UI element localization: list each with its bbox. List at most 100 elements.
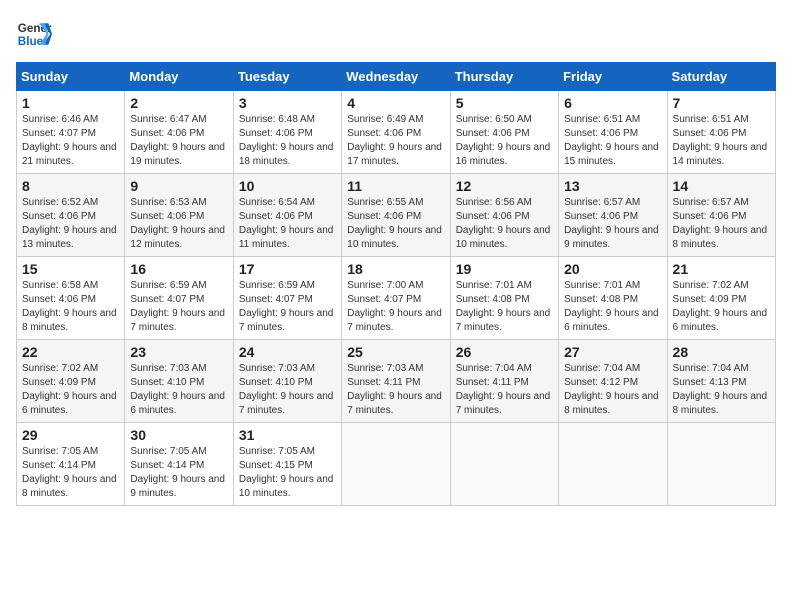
calendar-day-cell: 25Sunrise: 7:03 AMSunset: 4:11 PMDayligh… — [342, 340, 450, 423]
day-info: Sunrise: 6:59 AMSunset: 4:07 PMDaylight:… — [130, 279, 227, 335]
day-number: 3 — [239, 95, 336, 111]
day-info: Sunrise: 6:55 AMSunset: 4:06 PMDaylight:… — [347, 196, 444, 252]
calendar-day-cell: 6 Sunrise: 6:51 AMSunset: 4:06 PMDaylight… — [559, 91, 667, 174]
day-info: Sunrise: 6:46 AMSunset: 4:07 PMDaylight:… — [22, 113, 119, 169]
day-number: 2 — [130, 95, 227, 111]
day-number: 9 — [130, 178, 227, 194]
calendar-day-cell: 24 Sunrise: 7:03 AMSunset: 4:10 PMDayligh… — [233, 340, 341, 423]
calendar-day-cell: 13Sunrise: 6:57 AMSunset: 4:06 PMDayligh… — [559, 174, 667, 257]
day-number: 31 — [239, 427, 336, 443]
calendar-day-cell: 29 Sunrise: 7:05 AMSunset: 4:14 PMDayligh… — [17, 423, 125, 506]
calendar-day-cell: 14Sunrise: 6:57 AMSunset: 4:06 PMDayligh… — [667, 174, 775, 257]
calendar-day-cell — [450, 423, 558, 506]
weekday-header-cell: Friday — [559, 63, 667, 91]
day-info: Sunrise: 7:04 AMSunset: 4:13 PMDaylight:… — [673, 362, 770, 418]
weekday-header-cell: Wednesday — [342, 63, 450, 91]
day-info: Sunrise: 6:59 AMSunset: 4:07 PMDaylight:… — [239, 279, 336, 335]
day-info: Sunrise: 7:02 AMSunset: 4:09 PMDaylight:… — [22, 362, 119, 418]
day-number: 29 — [22, 427, 119, 443]
day-info: Sunrise: 7:03 AMSunset: 4:10 PMDaylight:… — [130, 362, 227, 418]
day-number: 16 — [130, 261, 227, 277]
calendar-day-cell: 31 Sunrise: 7:05 AMSunset: 4:15 PMDayligh… — [233, 423, 341, 506]
logo: General Blue — [16, 16, 52, 52]
calendar-table: SundayMondayTuesdayWednesdayThursdayFrid… — [16, 62, 776, 506]
calendar-day-cell: 8Sunrise: 6:52 AMSunset: 4:06 PMDaylight… — [17, 174, 125, 257]
logo-icon: General Blue — [16, 16, 52, 52]
calendar-week-row: 1 Sunrise: 6:46 AMSunset: 4:07 PMDaylight… — [17, 91, 776, 174]
day-info: Sunrise: 7:04 AMSunset: 4:11 PMDaylight:… — [456, 362, 553, 418]
day-number: 18 — [347, 261, 444, 277]
calendar-day-cell — [667, 423, 775, 506]
calendar-day-cell: 19 Sunrise: 7:01 AMSunset: 4:08 PMDayligh… — [450, 257, 558, 340]
day-number: 26 — [456, 344, 553, 360]
day-info: Sunrise: 6:58 AMSunset: 4:06 PMDaylight:… — [22, 279, 119, 335]
calendar-day-cell: 7 Sunrise: 6:51 AMSunset: 4:06 PMDaylight… — [667, 91, 775, 174]
calendar-day-cell: 26 Sunrise: 7:04 AMSunset: 4:11 PMDayligh… — [450, 340, 558, 423]
calendar-body: 1 Sunrise: 6:46 AMSunset: 4:07 PMDaylight… — [17, 91, 776, 506]
weekday-header-cell: Monday — [125, 63, 233, 91]
weekday-header-row: SundayMondayTuesdayWednesdayThursdayFrid… — [17, 63, 776, 91]
day-number: 4 — [347, 95, 444, 111]
day-info: Sunrise: 7:01 AMSunset: 4:08 PMDaylight:… — [564, 279, 661, 335]
day-info: Sunrise: 6:49 AMSunset: 4:06 PMDaylight:… — [347, 113, 444, 169]
day-info: Sunrise: 6:53 AMSunset: 4:06 PMDaylight:… — [130, 196, 227, 252]
calendar-day-cell — [342, 423, 450, 506]
calendar-day-cell: 22 Sunrise: 7:02 AMSunset: 4:09 PMDayligh… — [17, 340, 125, 423]
calendar-week-row: 8Sunrise: 6:52 AMSunset: 4:06 PMDaylight… — [17, 174, 776, 257]
day-number: 6 — [564, 95, 661, 111]
day-info: Sunrise: 6:51 AMSunset: 4:06 PMDaylight:… — [564, 113, 661, 169]
day-number: 20 — [564, 261, 661, 277]
calendar-day-cell: 21 Sunrise: 7:02 AMSunset: 4:09 PMDayligh… — [667, 257, 775, 340]
calendar-day-cell: 23 Sunrise: 7:03 AMSunset: 4:10 PMDayligh… — [125, 340, 233, 423]
calendar-week-row: 15 Sunrise: 6:58 AMSunset: 4:06 PMDayligh… — [17, 257, 776, 340]
day-info: Sunrise: 7:02 AMSunset: 4:09 PMDaylight:… — [673, 279, 770, 335]
day-number: 7 — [673, 95, 770, 111]
day-info: Sunrise: 6:51 AMSunset: 4:06 PMDaylight:… — [673, 113, 770, 169]
day-number: 19 — [456, 261, 553, 277]
day-info: Sunrise: 7:03 AMSunset: 4:10 PMDaylight:… — [239, 362, 336, 418]
day-number: 12 — [456, 178, 553, 194]
day-number: 1 — [22, 95, 119, 111]
day-number: 21 — [673, 261, 770, 277]
day-info: Sunrise: 7:01 AMSunset: 4:08 PMDaylight:… — [456, 279, 553, 335]
calendar-week-row: 22 Sunrise: 7:02 AMSunset: 4:09 PMDayligh… — [17, 340, 776, 423]
day-info: Sunrise: 7:05 AMSunset: 4:15 PMDaylight:… — [239, 445, 336, 501]
calendar-day-cell: 1 Sunrise: 6:46 AMSunset: 4:07 PMDaylight… — [17, 91, 125, 174]
day-info: Sunrise: 7:05 AMSunset: 4:14 PMDaylight:… — [130, 445, 227, 501]
weekday-header-cell: Sunday — [17, 63, 125, 91]
day-number: 30 — [130, 427, 227, 443]
day-number: 10 — [239, 178, 336, 194]
calendar-day-cell: 30 Sunrise: 7:05 AMSunset: 4:14 PMDayligh… — [125, 423, 233, 506]
day-info: Sunrise: 7:05 AMSunset: 4:14 PMDaylight:… — [22, 445, 119, 501]
day-number: 28 — [673, 344, 770, 360]
day-info: Sunrise: 6:57 AMSunset: 4:06 PMDaylight:… — [564, 196, 661, 252]
calendar-day-cell: 17 Sunrise: 6:59 AMSunset: 4:07 PMDayligh… — [233, 257, 341, 340]
calendar-day-cell: 9 Sunrise: 6:53 AMSunset: 4:06 PMDaylight… — [125, 174, 233, 257]
day-number: 25 — [347, 344, 444, 360]
calendar-day-cell: 11 Sunrise: 6:55 AMSunset: 4:06 PMDayligh… — [342, 174, 450, 257]
calendar-day-cell: 5Sunrise: 6:50 AMSunset: 4:06 PMDaylight… — [450, 91, 558, 174]
calendar-day-cell: 27Sunrise: 7:04 AMSunset: 4:12 PMDayligh… — [559, 340, 667, 423]
day-number: 17 — [239, 261, 336, 277]
day-info: Sunrise: 6:56 AMSunset: 4:06 PMDaylight:… — [456, 196, 553, 252]
calendar-day-cell — [559, 423, 667, 506]
weekday-header-cell: Saturday — [667, 63, 775, 91]
svg-text:Blue: Blue — [18, 35, 44, 48]
calendar-day-cell: 18 Sunrise: 7:00 AMSunset: 4:07 PMDayligh… — [342, 257, 450, 340]
day-info: Sunrise: 7:00 AMSunset: 4:07 PMDaylight:… — [347, 279, 444, 335]
calendar-day-cell: 10Sunrise: 6:54 AMSunset: 4:06 PMDayligh… — [233, 174, 341, 257]
day-info: Sunrise: 6:48 AMSunset: 4:06 PMDaylight:… — [239, 113, 336, 169]
day-info: Sunrise: 6:52 AMSunset: 4:06 PMDaylight:… — [22, 196, 119, 252]
weekday-header-cell: Thursday — [450, 63, 558, 91]
day-number: 15 — [22, 261, 119, 277]
day-number: 22 — [22, 344, 119, 360]
header: General Blue — [16, 16, 776, 52]
calendar-week-row: 29 Sunrise: 7:05 AMSunset: 4:14 PMDayligh… — [17, 423, 776, 506]
day-number: 11 — [347, 178, 444, 194]
day-number: 24 — [239, 344, 336, 360]
calendar-day-cell: 15 Sunrise: 6:58 AMSunset: 4:06 PMDayligh… — [17, 257, 125, 340]
calendar-day-cell: 3 Sunrise: 6:48 AMSunset: 4:06 PMDaylight… — [233, 91, 341, 174]
day-number: 5 — [456, 95, 553, 111]
day-info: Sunrise: 7:04 AMSunset: 4:12 PMDaylight:… — [564, 362, 661, 418]
day-number: 23 — [130, 344, 227, 360]
